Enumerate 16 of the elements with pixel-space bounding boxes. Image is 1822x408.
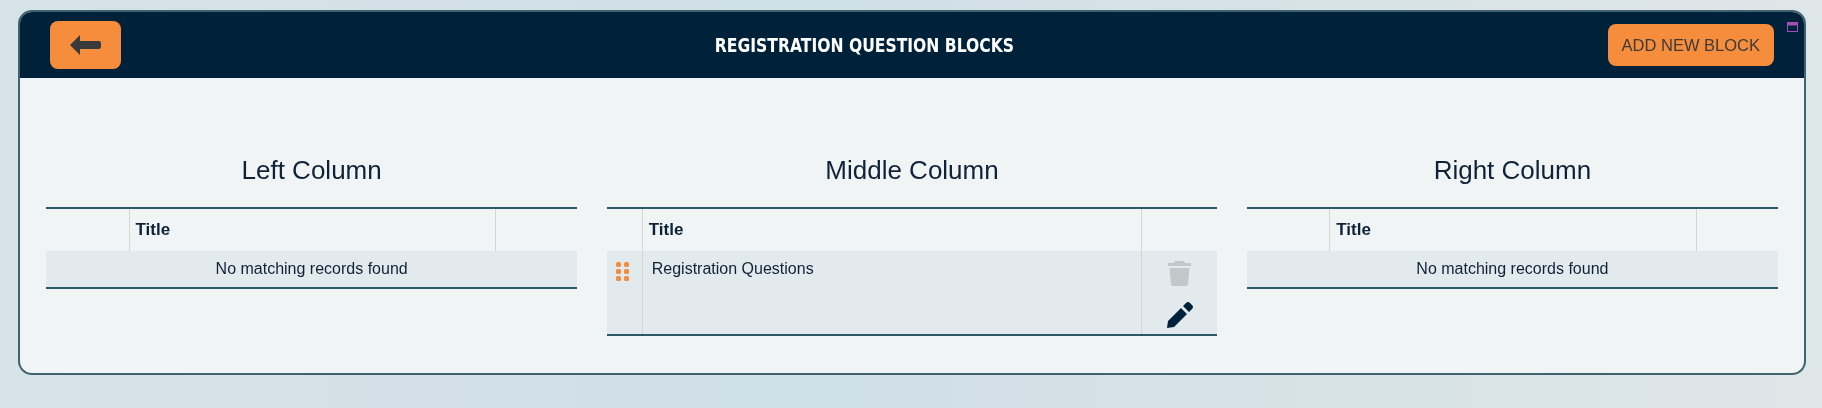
drag-handle-icon[interactable] (616, 261, 630, 281)
column-heading: Middle Column (824, 154, 1000, 187)
pencil-icon[interactable] (1166, 301, 1193, 328)
table-cell: Registration Questions (651, 259, 814, 277)
empty-message: No matching records found (1416, 259, 1609, 277)
column-header: Title (135, 220, 171, 239)
add-block-button[interactable]: ADD NEW BLOCK (1607, 24, 1774, 66)
column-header: Title (1336, 220, 1371, 239)
back-button[interactable] (50, 21, 121, 69)
column-heading: Left Column (240, 154, 383, 187)
arrow-left-icon (70, 35, 101, 55)
column-heading: Right Column (1432, 154, 1593, 187)
column-header: Title (648, 220, 684, 239)
window-icon (1787, 22, 1798, 32)
empty-message: No matching records found (215, 259, 408, 277)
page-title: REGISTRATION QUESTION BLOCKS (714, 32, 1014, 58)
